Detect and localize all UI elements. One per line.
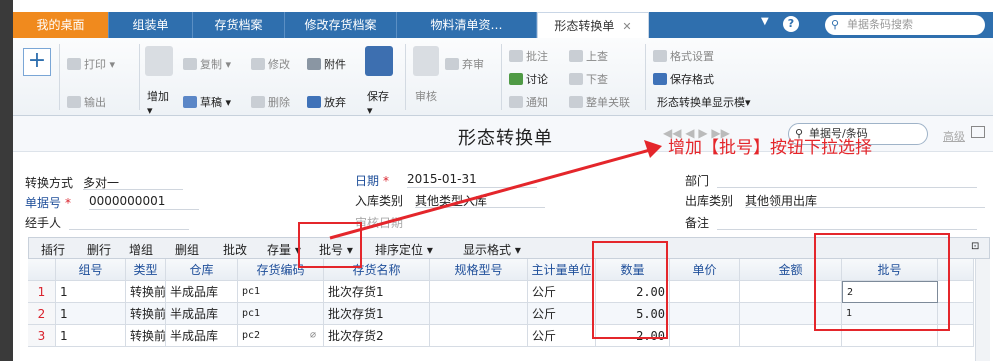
annotation-text: 增加【批号】按钮下拉选择 — [668, 138, 872, 158]
annotation-arrow — [329, 140, 662, 240]
